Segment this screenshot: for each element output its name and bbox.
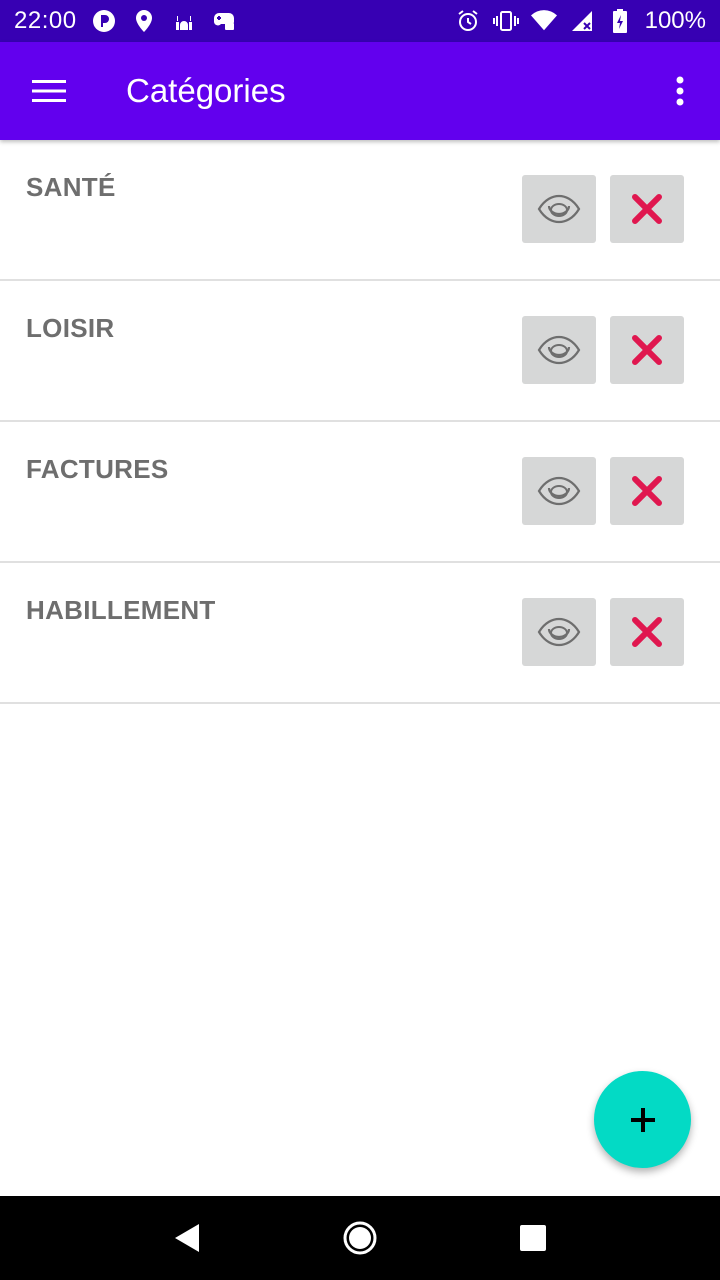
battery-icon <box>607 8 633 34</box>
category-label: FACTURES <box>26 454 169 484</box>
view-button[interactable] <box>522 598 596 666</box>
status-bar: 22:00 100% <box>0 0 720 42</box>
close-x-icon <box>632 335 662 365</box>
back-icon[interactable] <box>157 1208 217 1268</box>
close-x-icon <box>632 476 662 506</box>
eye-icon <box>537 617 581 647</box>
eye-icon <box>537 335 581 365</box>
game-controller-icon <box>211 8 237 34</box>
category-list: SANTÉ LOISIR FACTURES HABILLEMENT <box>0 140 720 704</box>
list-item: FACTURES <box>0 422 720 563</box>
eye-icon <box>537 194 581 224</box>
signal-icon <box>569 8 595 34</box>
mosque-icon <box>171 8 197 34</box>
alarm-icon <box>455 8 481 34</box>
plus-icon <box>630 1107 655 1132</box>
close-x-icon <box>632 617 662 647</box>
home-icon[interactable] <box>330 1208 390 1268</box>
pocket-icon <box>91 8 117 34</box>
category-label: HABILLEMENT <box>26 595 216 625</box>
app-bar: Catégories <box>0 42 720 140</box>
list-item: HABILLEMENT <box>0 563 720 704</box>
category-label: SANTÉ <box>26 172 116 202</box>
more-vert-icon[interactable] <box>640 42 720 140</box>
list-item: SANTÉ <box>0 140 720 281</box>
close-x-icon <box>632 194 662 224</box>
list-item: LOISIR <box>0 281 720 422</box>
view-button[interactable] <box>522 175 596 243</box>
eye-icon <box>537 476 581 506</box>
location-icon <box>131 8 157 34</box>
status-time: 22:00 <box>14 7 77 34</box>
wifi-icon <box>530 8 557 34</box>
category-label: LOISIR <box>26 313 115 343</box>
add-category-button[interactable] <box>594 1071 691 1168</box>
delete-button[interactable] <box>610 457 684 525</box>
recents-icon[interactable] <box>503 1208 563 1268</box>
navigation-bar <box>0 1196 720 1280</box>
vibrate-icon <box>492 8 519 34</box>
hamburger-menu-icon[interactable] <box>0 42 98 140</box>
view-button[interactable] <box>522 316 596 384</box>
battery-percent: 100% <box>644 7 706 34</box>
view-button[interactable] <box>522 457 596 525</box>
page-title: Catégories <box>126 72 286 109</box>
delete-button[interactable] <box>610 175 684 243</box>
delete-button[interactable] <box>610 598 684 666</box>
delete-button[interactable] <box>610 316 684 384</box>
